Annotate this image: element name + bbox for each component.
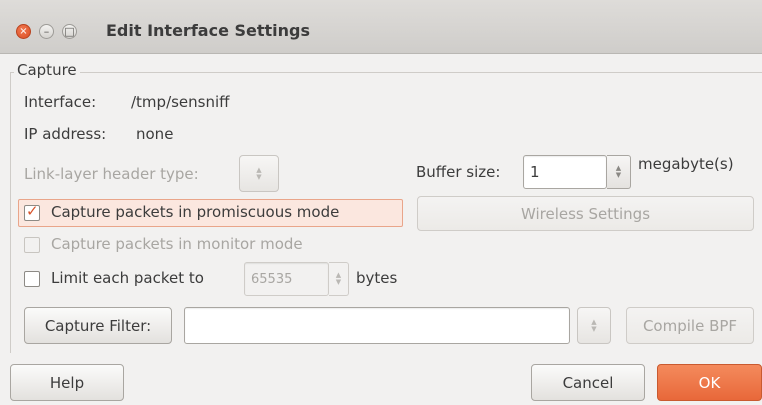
updown-icon: ▲ ▼: [591, 317, 597, 333]
maximize-window-button[interactable]: □: [62, 24, 77, 39]
help-button[interactable]: Help: [10, 364, 124, 401]
limit-packet-input[interactable]: 65535: [244, 262, 329, 296]
link-layer-select[interactable]: ▲ ▼: [239, 155, 279, 192]
window-title: Edit Interface Settings: [106, 21, 311, 40]
monitor-mode-checkbox[interactable]: [24, 237, 40, 253]
limit-packet-checkbox[interactable]: [24, 271, 40, 287]
buffer-size-value: 1: [530, 163, 540, 181]
wireless-settings-button[interactable]: Wireless Settings: [417, 196, 754, 231]
capture-filter-button[interactable]: Capture Filter:: [24, 307, 172, 344]
checkmark-icon: ✓: [26, 202, 39, 220]
promiscuous-label[interactable]: Capture packets in promiscuous mode: [51, 203, 339, 221]
close-icon: ×: [19, 25, 28, 37]
ok-button[interactable]: OK: [657, 364, 762, 401]
cancel-button[interactable]: Cancel: [531, 364, 645, 401]
interface-label: Interface:: [24, 93, 97, 111]
updown-icon: ▲ ▼: [335, 271, 342, 286]
buffer-size-unit: megabyte(s): [638, 155, 734, 173]
limit-packet-unit: bytes: [356, 269, 398, 287]
limit-packet-stepper[interactable]: ▲ ▼: [329, 262, 349, 296]
title-bar: × – □ Edit Interface Settings: [0, 0, 762, 54]
monitor-mode-label: Capture packets in monitor mode: [51, 235, 303, 253]
updown-icon: ▲ ▼: [615, 164, 622, 179]
ip-address-label: IP address:: [24, 125, 107, 143]
promiscuous-checkbox[interactable]: ✓: [24, 202, 40, 221]
maximize-icon: □: [64, 25, 75, 38]
ip-address-value: none: [136, 125, 174, 143]
buffer-size-stepper[interactable]: ▲ ▼: [607, 155, 631, 189]
limit-packet-value: 65535: [251, 271, 293, 287]
buffer-size-input[interactable]: 1: [523, 155, 607, 189]
buffer-size-label: Buffer size:: [416, 163, 501, 181]
close-window-button[interactable]: ×: [16, 24, 31, 39]
link-layer-label: Link-layer header type:: [24, 165, 199, 183]
capture-frame-label: Capture: [14, 61, 80, 79]
capture-filter-history-button[interactable]: ▲ ▼: [577, 307, 611, 344]
minimize-window-button[interactable]: –: [39, 24, 54, 39]
capture-filter-input[interactable]: [184, 307, 570, 344]
minimize-icon: –: [43, 25, 50, 38]
compile-bpf-button[interactable]: Compile BPF: [626, 307, 754, 344]
interface-value: /tmp/sensniff: [131, 93, 230, 111]
limit-packet-label[interactable]: Limit each packet to: [51, 269, 204, 287]
updown-icon: ▲ ▼: [256, 165, 262, 181]
